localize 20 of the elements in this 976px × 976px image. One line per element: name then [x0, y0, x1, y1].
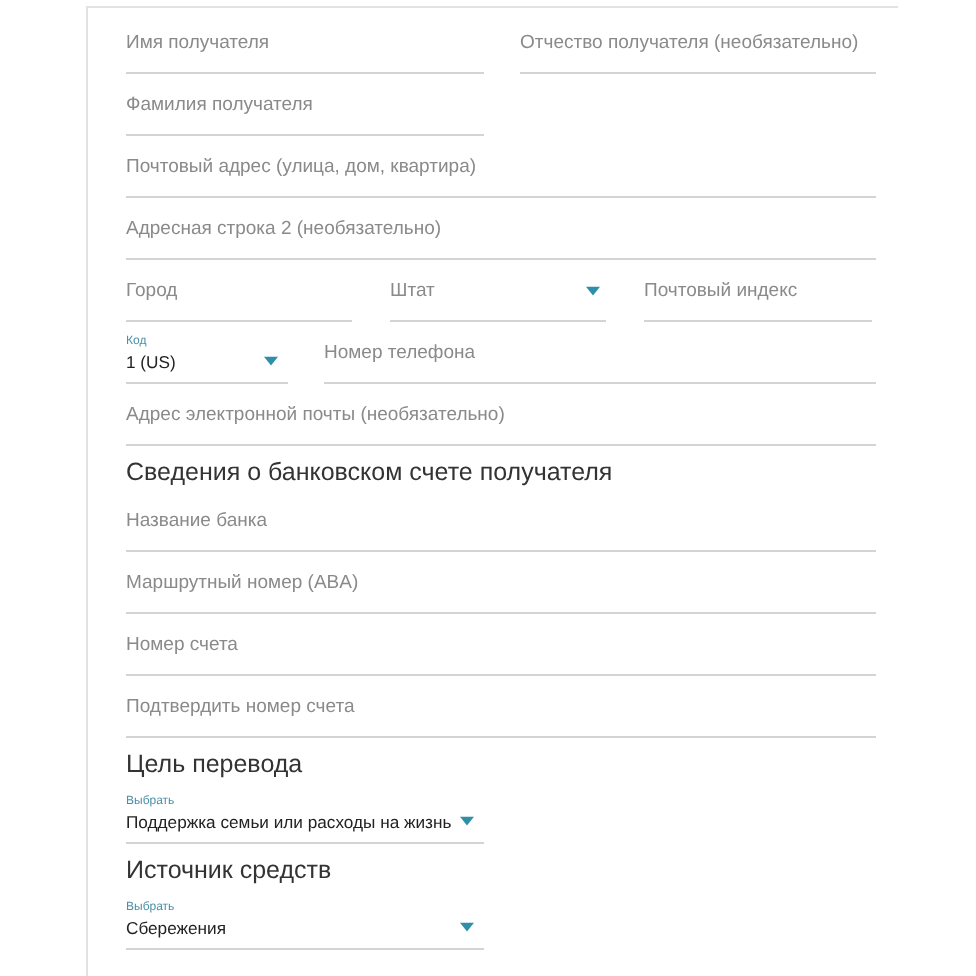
input-field[interactable]: Почтовый адрес (улица, дом, квартира) — [126, 138, 876, 198]
input-field[interactable]: Город — [126, 262, 352, 322]
dropdown-arrow-icon — [460, 816, 474, 826]
input-field[interactable]: Номер телефона — [324, 324, 876, 384]
input-field[interactable]: Адресная строка 2 (необязательно) — [126, 200, 876, 260]
input-field[interactable]: Маршрутный номер (ABA) — [126, 554, 876, 614]
input-field[interactable]: Фамилия получателя — [126, 76, 484, 136]
input-field[interactable]: Почтовый индекс — [644, 262, 872, 322]
dropdown-arrow-icon — [586, 286, 600, 296]
section-heading: Цель перевода — [126, 748, 305, 780]
input-field[interactable]: Адрес электронной почты (необязательно) — [126, 386, 876, 446]
input-field[interactable]: Номер счета — [126, 616, 876, 676]
input-field[interactable]: Подтвердить номер счета — [126, 678, 876, 738]
input-field[interactable]: Отчество получателя (необязательно) — [520, 14, 876, 74]
dropdown-arrow-icon — [460, 922, 474, 932]
dropdown-arrow-icon — [264, 356, 278, 366]
input-field[interactable]: Название банка — [126, 492, 876, 552]
section-heading: Сведения о банковском счете получателя — [126, 456, 615, 488]
section-heading: Источник средств — [126, 854, 334, 886]
input-field[interactable]: Имя получателя — [126, 14, 484, 74]
